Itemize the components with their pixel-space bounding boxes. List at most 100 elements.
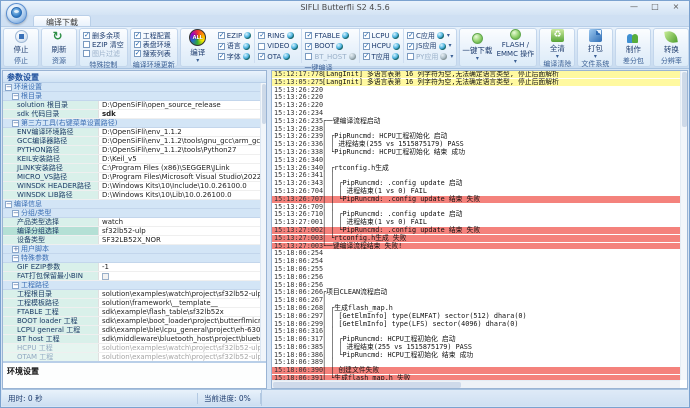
param-group-row[interactable]: − 分组/类型 xyxy=(3,209,266,218)
param-row[interactable]: 工程根目录 solution\examples\watch\project\sf… xyxy=(3,290,266,299)
one-key-checkbox-item[interactable]: T应用 xyxy=(363,52,401,61)
one-key-checkbox-item[interactable]: BT_HOST xyxy=(305,52,355,61)
compile-all-button[interactable]: ALL 编译 ▾ xyxy=(181,29,215,63)
param-value[interactable]: D:\OpenSiFli\env_1.1.2\tools\Python27 xyxy=(99,146,266,154)
one-key-checkbox-item[interactable]: 字体 xyxy=(218,52,252,61)
expand-toggle-icon[interactable]: + xyxy=(12,246,19,253)
param-row[interactable]: WINSDK LIB路径 D:\Windows Kits\10\Lib\10.0… xyxy=(3,191,266,200)
fat-min-bin-checkbox[interactable] xyxy=(102,273,109,280)
checkbox[interactable] xyxy=(363,32,370,39)
param-group-row[interactable]: − 第三方工具(右键菜单设置路径) xyxy=(3,119,266,128)
param-value[interactable]: sdk\example\boot_loader\project\butterfl… xyxy=(99,317,266,325)
param-row[interactable]: 产品类型选择 watch xyxy=(3,218,266,227)
expand-toggle-icon[interactable]: − xyxy=(12,120,19,127)
one-key-checkbox-item[interactable]: C应用 ▾ xyxy=(407,31,453,40)
param-row[interactable]: ENV编译环境路径 D:\OpenSiFli\env_1.1.2 xyxy=(3,128,266,137)
scrollbar-thumb[interactable] xyxy=(262,84,266,124)
expand-toggle-icon[interactable]: − xyxy=(5,84,12,91)
checkbox[interactable] xyxy=(305,32,312,39)
chevron-down-icon[interactable]: ▾ xyxy=(449,44,452,48)
tab-compile-download[interactable]: 编译下载 xyxy=(33,15,91,26)
param-row[interactable]: GIF EZIP参数 -1 xyxy=(3,263,266,272)
one-key-checkbox-item[interactable]: RING xyxy=(258,31,298,40)
checkbox[interactable] xyxy=(83,32,90,39)
checkbox[interactable] xyxy=(407,43,414,50)
minimize-button[interactable]: — xyxy=(624,1,644,13)
checkbox[interactable] xyxy=(258,43,265,50)
checkbox[interactable] xyxy=(305,43,312,50)
checkbox[interactable] xyxy=(218,32,225,39)
chevron-down-icon[interactable]: ▾ xyxy=(447,34,450,38)
param-row[interactable]: 编译分组选择 sf32lb52-ulp xyxy=(3,227,266,236)
checkbox[interactable] xyxy=(134,41,141,48)
one-key-checkbox-item[interactable]: JS应用 ▾ xyxy=(407,42,453,51)
param-row[interactable]: 工程模板路径 solution\framework\__template__ xyxy=(3,299,266,308)
expand-toggle-icon[interactable]: − xyxy=(12,93,19,100)
param-value[interactable]: sdk\example\flash_table\sf32lb52x xyxy=(99,308,266,316)
convert-button[interactable]: 转换 xyxy=(654,29,688,56)
chevron-down-icon[interactable]: ▾ xyxy=(450,55,453,59)
param-row[interactable]: LCPU general 工程 sdk\example\ble\lcpu_gen… xyxy=(3,326,266,335)
app-menu-button[interactable] xyxy=(6,3,27,24)
one-key-checkbox-item[interactable]: VIDEO xyxy=(258,42,298,51)
param-row[interactable]: OTAM 工程 solution\examples\watch\project\… xyxy=(3,353,266,361)
checkbox[interactable] xyxy=(363,43,370,50)
checkbox[interactable] xyxy=(258,32,265,39)
checkbox[interactable] xyxy=(258,53,265,60)
checkbox[interactable] xyxy=(134,32,141,39)
clean-all-button[interactable]: ♻ 全清 ▾ xyxy=(540,29,574,59)
param-value[interactable]: solution\examples\watch\project\sf32lb52… xyxy=(99,290,266,298)
log-horizontal-scrollbar[interactable] xyxy=(272,380,680,388)
param-value[interactable]: D:\OpenSiFli\env_1.1.2 xyxy=(99,128,266,136)
expand-toggle-icon[interactable]: − xyxy=(5,201,12,208)
param-value[interactable]: SF32LB52X_NOR xyxy=(99,236,266,244)
scrollbar-thumb[interactable] xyxy=(273,382,461,388)
checkbox[interactable] xyxy=(218,53,225,60)
scrollbar-thumb[interactable] xyxy=(682,72,687,127)
checkbox[interactable] xyxy=(407,32,414,39)
param-group-row[interactable]: − 特殊参数 xyxy=(3,254,266,263)
param-row[interactable]: KEIL安装路径 D:\Keil_v5 xyxy=(3,155,266,164)
ribbon-checkbox-item[interactable]: 搜索列表 xyxy=(134,49,171,58)
checkbox[interactable] xyxy=(305,53,312,60)
param-value[interactable]: D:\Windows Kits\10\Include\10.0.26100.0 xyxy=(99,182,266,190)
param-group-row[interactable]: − 工程路径 xyxy=(3,281,266,290)
param-row[interactable]: JLINK安装路径 C:\Program Files (x86)\SEGGER\… xyxy=(3,164,266,173)
refresh-button[interactable]: ↻ 刷新 xyxy=(42,29,76,56)
param-group-row[interactable]: − 环境设置 xyxy=(3,83,266,92)
params-scrollbar[interactable] xyxy=(260,83,266,361)
param-row[interactable]: MICRO_VS路径 D:\Program Files\Microsoft Vi… xyxy=(3,173,266,182)
param-row[interactable]: GCC编译器路径 D:\OpenSiFli\env_1.1.2\tools\gn… xyxy=(3,137,266,146)
expand-toggle-icon[interactable]: − xyxy=(12,255,19,262)
param-value[interactable]: C:\Program Files (x86)\SEGGER\JLink xyxy=(99,164,266,172)
one-key-checkbox-item[interactable]: FTABLE xyxy=(305,31,355,40)
log-vertical-scrollbar[interactable] xyxy=(680,71,687,380)
checkbox[interactable] xyxy=(363,53,370,60)
one-key-checkbox-item[interactable]: PY应用 ▾ xyxy=(407,52,453,61)
param-value[interactable]: sdk\example\ble\lcpu_general\project\eh-… xyxy=(99,326,266,334)
checkbox[interactable] xyxy=(83,50,90,57)
one-key-checkbox-item[interactable]: EZIP xyxy=(218,31,252,40)
one-key-checkbox-item[interactable]: 语言 xyxy=(218,42,252,51)
param-value[interactable]: solution\framework\__template__ xyxy=(99,299,266,307)
param-value[interactable]: sf32lb52-ulp xyxy=(99,227,266,235)
checkbox[interactable] xyxy=(83,41,90,48)
param-value[interactable]: D:\OpenSiFli\open_source_release xyxy=(99,101,266,109)
close-button[interactable]: × xyxy=(666,1,686,13)
param-value[interactable]: sdk xyxy=(99,110,266,118)
one-key-checkbox-item[interactable]: LCPU xyxy=(363,31,401,40)
param-value[interactable]: solution\examples\watch\project\sf32lb52… xyxy=(99,344,266,352)
maximize-button[interactable]: □ xyxy=(645,1,665,13)
param-row[interactable]: WINSDK HEADER路径 D:\Windows Kits\10\Inclu… xyxy=(3,182,266,191)
param-row[interactable]: BT host 工程 sdk\middleware\bluetooth_host… xyxy=(3,335,266,344)
ribbon-checkbox-item[interactable]: 图片过滤 xyxy=(83,49,124,58)
expand-toggle-icon[interactable]: − xyxy=(12,210,19,217)
param-row[interactable]: solution 根目录 D:\OpenSiFli\open_source_re… xyxy=(3,101,266,110)
param-row[interactable]: PYTHON路径 D:\OpenSiFli\env_1.1.2\tools\Py… xyxy=(3,146,266,155)
param-value[interactable]: -1 xyxy=(99,263,266,271)
checkbox[interactable] xyxy=(134,50,141,57)
pack-button[interactable]: 打包 ▾ xyxy=(578,29,612,59)
param-row[interactable]: HCPU 工程 solution\examples\watch\project\… xyxy=(3,344,266,353)
param-value[interactable]: D:\Windows Kits\10\Lib\10.0.26100.0 xyxy=(99,191,266,199)
expand-toggle-icon[interactable]: − xyxy=(12,282,19,289)
